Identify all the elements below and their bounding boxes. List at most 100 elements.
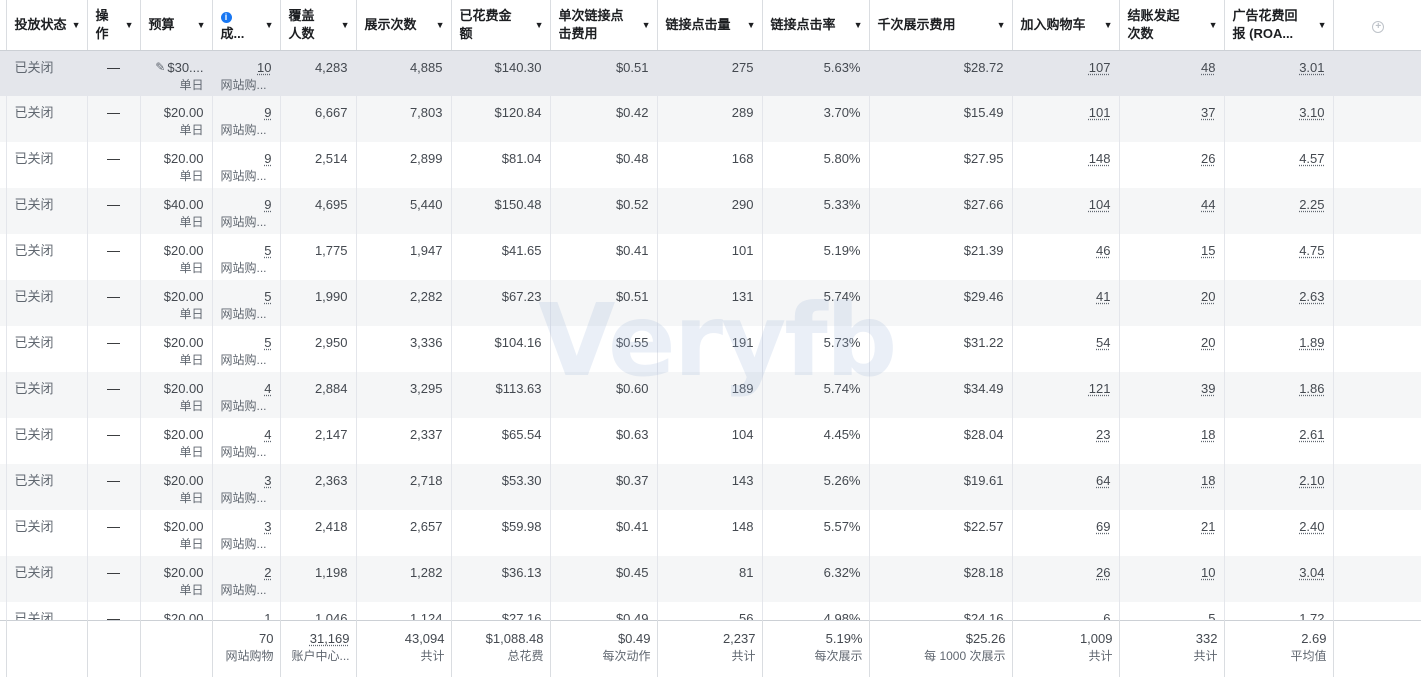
cell-atc[interactable]: 101 [1012, 96, 1120, 142]
cell-results[interactable]: 5 网站购... [212, 326, 281, 372]
caret-down-icon[interactable]: ▼ [1318, 20, 1327, 30]
table-row[interactable]: 已关闭 — $20.00 单日 9 网站购... 6,667 7,803 $120.84 $0.4… [0, 96, 1421, 142]
cell-op[interactable]: — [87, 50, 141, 96]
cell-roas[interactable]: 3.04 [1224, 556, 1334, 602]
caret-down-icon[interactable]: ▼ [854, 20, 863, 30]
cell-results[interactable]: 4 网站购... [212, 418, 281, 464]
table-row[interactable]: 已关闭 — ✎ $30.... 单日 10 网站购... 4,283 4,885 $140.30 $… [0, 50, 1421, 96]
cell-atc[interactable]: 104 [1012, 188, 1120, 234]
column-header-budget[interactable]: 预算 ▼ [140, 0, 213, 51]
column-header-cpc[interactable]: 单次链接点击费用 ▼ [550, 0, 658, 51]
cell-checkout[interactable]: 18 [1119, 418, 1225, 464]
cell-budget[interactable]: $40.00 单日 [140, 188, 213, 234]
cell-checkout[interactable]: 48 [1119, 50, 1225, 96]
cell-checkout[interactable]: 5 [1119, 602, 1225, 620]
cell-op[interactable]: — [87, 326, 141, 372]
caret-down-icon[interactable]: ▼ [535, 20, 544, 30]
cell-checkout[interactable]: 18 [1119, 464, 1225, 510]
column-header-add-to-cart[interactable]: 加入购物车 ▼ [1012, 0, 1120, 51]
cell-results[interactable]: 9 网站购... [212, 96, 281, 142]
add-column-header[interactable]: + [1333, 0, 1421, 51]
cell-budget[interactable]: $20.00 单日 [140, 280, 213, 326]
cell-checkout[interactable]: 37 [1119, 96, 1225, 142]
column-header-results[interactable]: i 成... ▼ [212, 0, 281, 51]
column-header-reach[interactable]: 覆盖人数 ▼ [280, 0, 357, 51]
cell-atc[interactable]: 26 [1012, 556, 1120, 602]
cell-op[interactable]: — [87, 556, 141, 602]
cell-op[interactable]: — [87, 96, 141, 142]
cell-budget[interactable]: $20.00 单日 [140, 372, 213, 418]
caret-down-icon[interactable]: ▼ [436, 20, 445, 30]
table-row[interactable]: 已关闭 — $20.00 单日 4 网站购... 2,884 3,295 $113.63 $0.6… [0, 372, 1421, 418]
table-row[interactable]: 已关闭 — $20.00 单日 2 网站购... 1,198 1,282 $36.13 $0.45… [0, 556, 1421, 602]
plus-circle-icon[interactable]: + [1372, 20, 1385, 33]
column-header-status[interactable]: 投放状态 ▼ [6, 0, 88, 51]
cell-atc[interactable]: 64 [1012, 464, 1120, 510]
totals-reach[interactable]: 31,169 账户中心... [280, 620, 357, 677]
table-row[interactable]: 已关闭 — $20.00 单日 5 网站购... 2,950 3,336 $104.16 $0.5… [0, 326, 1421, 372]
cell-roas[interactable]: 2.10 [1224, 464, 1334, 510]
cell-atc[interactable]: 41 [1012, 280, 1120, 326]
column-header-clicks[interactable]: 链接点击量 ▼ [657, 0, 763, 51]
cell-roas[interactable]: 1.86 [1224, 372, 1334, 418]
cell-results[interactable]: 5 网站购... [212, 234, 281, 280]
cell-op[interactable]: — [87, 280, 141, 326]
caret-down-icon[interactable]: ▼ [125, 20, 134, 30]
cell-op[interactable]: — [87, 464, 141, 510]
table-row[interactable]: 已关闭 — $20.00 单日 9 网站购... 2,514 2,899 $81.04 $0.48… [0, 142, 1421, 188]
cell-atc[interactable]: 46 [1012, 234, 1120, 280]
info-icon[interactable]: i [220, 11, 232, 23]
cell-checkout[interactable]: 21 [1119, 510, 1225, 556]
cell-op[interactable]: — [87, 142, 141, 188]
caret-down-icon[interactable]: ▼ [72, 20, 81, 30]
column-header-impressions[interactable]: 展示次数 ▼ [356, 0, 452, 51]
cell-budget[interactable]: $20.00 单日 [140, 326, 213, 372]
cell-budget[interactable]: $20.00 单日 [140, 142, 213, 188]
cell-roas[interactable]: 3.10 [1224, 96, 1334, 142]
cell-roas[interactable]: 2.63 [1224, 280, 1334, 326]
caret-down-icon[interactable]: ▼ [1104, 20, 1113, 30]
cell-results[interactable]: 2 网站购... [212, 556, 281, 602]
column-header-cpm[interactable]: 千次展示费用 ▼ [869, 0, 1013, 51]
cell-results[interactable]: 3 网站购... [212, 464, 281, 510]
cell-results[interactable]: 9 网站购... [212, 188, 281, 234]
column-header-checkout[interactable]: 结账发起次数 ▼ [1119, 0, 1225, 51]
cell-results[interactable]: 1 [212, 602, 281, 620]
table-row[interactable]: 已关闭 — $40.00 单日 9 网站购... 4,695 5,440 $150.48 $0.5… [0, 188, 1421, 234]
cell-budget[interactable]: $20.00 [140, 602, 213, 620]
cell-atc[interactable]: 107 [1012, 50, 1120, 96]
column-header-spent[interactable]: 已花费金额 ▼ [451, 0, 551, 51]
table-row[interactable]: 已关闭 — $20.00 单日 3 网站购... 2,363 2,718 $53.30 $0.37… [0, 464, 1421, 510]
cell-roas[interactable]: 2.25 [1224, 188, 1334, 234]
cell-checkout[interactable]: 26 [1119, 142, 1225, 188]
cell-budget[interactable]: $20.00 单日 [140, 234, 213, 280]
cell-results[interactable]: 4 网站购... [212, 372, 281, 418]
cell-atc[interactable]: 148 [1012, 142, 1120, 188]
cell-roas[interactable]: 2.61 [1224, 418, 1334, 464]
table-row[interactable]: 已关闭 — $20.00 单日 3 网站购... 2,418 2,657 $59.98 $0.41… [0, 510, 1421, 556]
cell-roas[interactable]: 4.75 [1224, 234, 1334, 280]
cell-op[interactable]: — [87, 602, 141, 620]
caret-down-icon[interactable]: ▼ [642, 20, 651, 30]
cell-budget[interactable]: $20.00 单日 [140, 96, 213, 142]
cell-atc[interactable]: 69 [1012, 510, 1120, 556]
cell-atc[interactable]: 23 [1012, 418, 1120, 464]
cell-op[interactable]: — [87, 510, 141, 556]
cell-budget[interactable]: ✎ $30.... 单日 [140, 50, 213, 96]
cell-roas[interactable]: 3.01 [1224, 50, 1334, 96]
table-row[interactable]: 已关闭 — $20.00 单日 4 网站购... 2,147 2,337 $65.54 $0.63… [0, 418, 1421, 464]
cell-atc[interactable]: 121 [1012, 372, 1120, 418]
cell-op[interactable]: — [87, 234, 141, 280]
cell-roas[interactable]: 4.57 [1224, 142, 1334, 188]
cell-results[interactable]: 9 网站购... [212, 142, 281, 188]
cell-results[interactable]: 3 网站购... [212, 510, 281, 556]
caret-down-icon[interactable]: ▼ [197, 20, 206, 30]
column-header-op[interactable]: 操作 ▼ [87, 0, 141, 51]
table-row[interactable]: 已关闭 — $20.00 单日 5 网站购... 1,990 2,282 $67.23 $0.51… [0, 280, 1421, 326]
cell-roas[interactable]: 2.40 [1224, 510, 1334, 556]
caret-down-icon[interactable]: ▼ [341, 20, 350, 30]
cell-checkout[interactable]: 44 [1119, 188, 1225, 234]
cell-budget[interactable]: $20.00 单日 [140, 556, 213, 602]
cell-checkout[interactable]: 20 [1119, 280, 1225, 326]
cell-budget[interactable]: $20.00 单日 [140, 510, 213, 556]
